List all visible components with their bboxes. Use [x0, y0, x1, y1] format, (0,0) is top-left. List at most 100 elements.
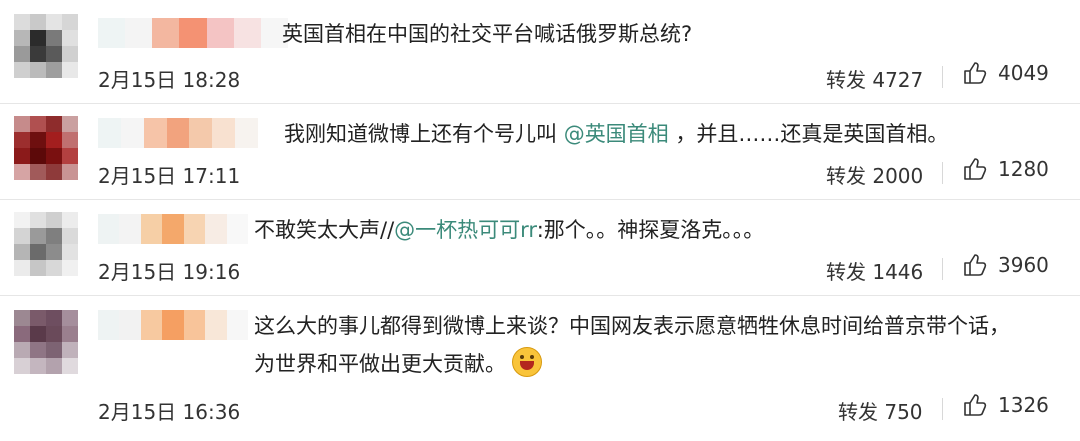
repost-button[interactable]: 转发 750 — [838, 396, 923, 425]
username-pixel — [140, 310, 163, 340]
avatar-pixel — [14, 326, 30, 342]
comment-item: 我刚知道微博上还有个号儿叫 @英国首相 ，并且……还真是英国首相。 2月15日 … — [0, 104, 1080, 200]
username-pixel — [205, 214, 227, 244]
mention-link[interactable]: @英国首相 — [564, 122, 669, 146]
like-button[interactable]: 3960 — [962, 252, 1049, 278]
avatar-pixel — [30, 310, 46, 326]
username-pixel — [162, 214, 184, 244]
repost-count: 1446 — [872, 260, 924, 284]
repost-label: 转发 — [838, 400, 878, 424]
repost-button[interactable]: 转发 2000 — [826, 160, 923, 189]
comment-text: 英国首相在中国的社交平台喊话俄罗斯总统? — [282, 16, 692, 52]
username-pixel — [226, 310, 248, 340]
avatar-pixel — [14, 244, 30, 260]
like-button[interactable]: 4049 — [962, 60, 1049, 86]
avatar-pixel — [14, 46, 30, 62]
divider — [942, 258, 943, 280]
avatar-pixel — [46, 326, 62, 342]
mention-link[interactable]: @一杯热可可rr — [394, 218, 537, 242]
avatar-pixel — [46, 30, 62, 46]
comment-text-line: 为世界和平做出更大贡献。 — [254, 346, 1010, 382]
avatar-pixel — [62, 132, 78, 148]
divider — [942, 398, 943, 420]
avatar-pixel — [62, 30, 78, 46]
username-pixel — [119, 310, 141, 340]
comment-text-part: :那个。。神探夏洛克。。。 — [536, 218, 765, 242]
avatar-pixel — [62, 46, 78, 62]
avatar-pixel — [62, 164, 78, 180]
avatar-pixel — [30, 116, 46, 132]
repost-count: 4727 — [872, 68, 924, 92]
comment-text-part: ，并且……还真是英国首相。 — [668, 122, 949, 146]
avatar-pixel — [14, 62, 30, 78]
avatar-pixel — [30, 260, 46, 276]
like-count: 1326 — [998, 393, 1049, 417]
username-pixel — [119, 214, 141, 244]
avatar-pixel — [46, 212, 62, 228]
avatar-pixel — [14, 212, 30, 228]
avatar-pixel — [30, 212, 46, 228]
like-button[interactable]: 1280 — [962, 156, 1049, 182]
avatar-pixel — [62, 310, 78, 326]
username-pixel — [140, 214, 163, 244]
username-pixel — [235, 118, 258, 148]
username-pixel — [98, 18, 126, 48]
username-pixel — [143, 118, 167, 148]
avatar-pixel — [30, 228, 46, 244]
avatar-pixel — [46, 342, 62, 358]
avatar-pixel — [14, 148, 30, 164]
divider — [942, 66, 943, 88]
avatar-pixel — [14, 116, 30, 132]
username-pixel — [125, 18, 153, 48]
comment-text: 不敢笑太大声//@一杯热可可rr:那个。。神探夏洛克。。。 — [254, 212, 764, 248]
comment-text-line: 这么大的事儿都得到微博上来谈？中国网友表示愿意牺牲休息时间给普京带个话， — [254, 314, 1010, 338]
avatar-pixel — [62, 228, 78, 244]
like-button[interactable]: 1326 — [962, 392, 1049, 418]
divider — [942, 162, 943, 184]
avatar-pixel — [30, 46, 46, 62]
repost-button[interactable]: 转发 1446 — [826, 256, 923, 285]
avatar-pixel — [46, 14, 62, 30]
username[interactable] — [98, 118, 258, 148]
avatar-pixel — [14, 132, 30, 148]
thumbs-up-icon — [964, 254, 987, 276]
avatar-pixel — [14, 342, 30, 358]
avatar-pixel — [30, 326, 46, 342]
username-pixel — [98, 118, 121, 148]
repost-button[interactable]: 转发 4727 — [826, 64, 923, 93]
comment-date: 2月15日 19:16 — [98, 260, 241, 284]
username-pixel — [179, 18, 207, 48]
username-pixel — [189, 118, 213, 148]
avatar-pixel — [46, 244, 62, 260]
username[interactable] — [98, 18, 288, 48]
thumbs-up-icon — [964, 394, 987, 416]
username-pixel — [226, 214, 248, 244]
comment-item: 这么大的事儿都得到微博上来谈？中国网友表示愿意牺牲休息时间给普京带个话， 为世界… — [0, 296, 1080, 441]
avatar[interactable] — [14, 310, 78, 374]
avatar-pixel — [62, 342, 78, 358]
avatar-pixel — [30, 132, 46, 148]
avatar-pixel — [62, 212, 78, 228]
comment-text-part: 我刚知道微博上还有个号儿叫 — [284, 122, 564, 146]
avatar-pixel — [46, 62, 62, 78]
avatar[interactable] — [14, 116, 78, 180]
avatar-pixel — [30, 342, 46, 358]
avatar-pixel — [46, 228, 62, 244]
username-pixel — [166, 118, 190, 148]
avatar-pixel — [14, 164, 30, 180]
comment-text-part: 不敢笑太大声// — [254, 218, 395, 242]
username-pixel — [183, 214, 206, 244]
like-count: 4049 — [998, 61, 1049, 85]
avatar-pixel — [14, 14, 30, 30]
avatar[interactable] — [14, 14, 78, 78]
grin-emoji-icon — [512, 347, 542, 377]
username[interactable] — [98, 310, 248, 340]
avatar[interactable] — [14, 212, 78, 276]
avatar-pixel — [46, 164, 62, 180]
avatar-pixel — [62, 148, 78, 164]
avatar-pixel — [46, 310, 62, 326]
avatar-pixel — [62, 116, 78, 132]
username[interactable] — [98, 214, 248, 244]
repost-label: 转发 — [826, 260, 866, 284]
repost-label: 转发 — [826, 68, 866, 92]
